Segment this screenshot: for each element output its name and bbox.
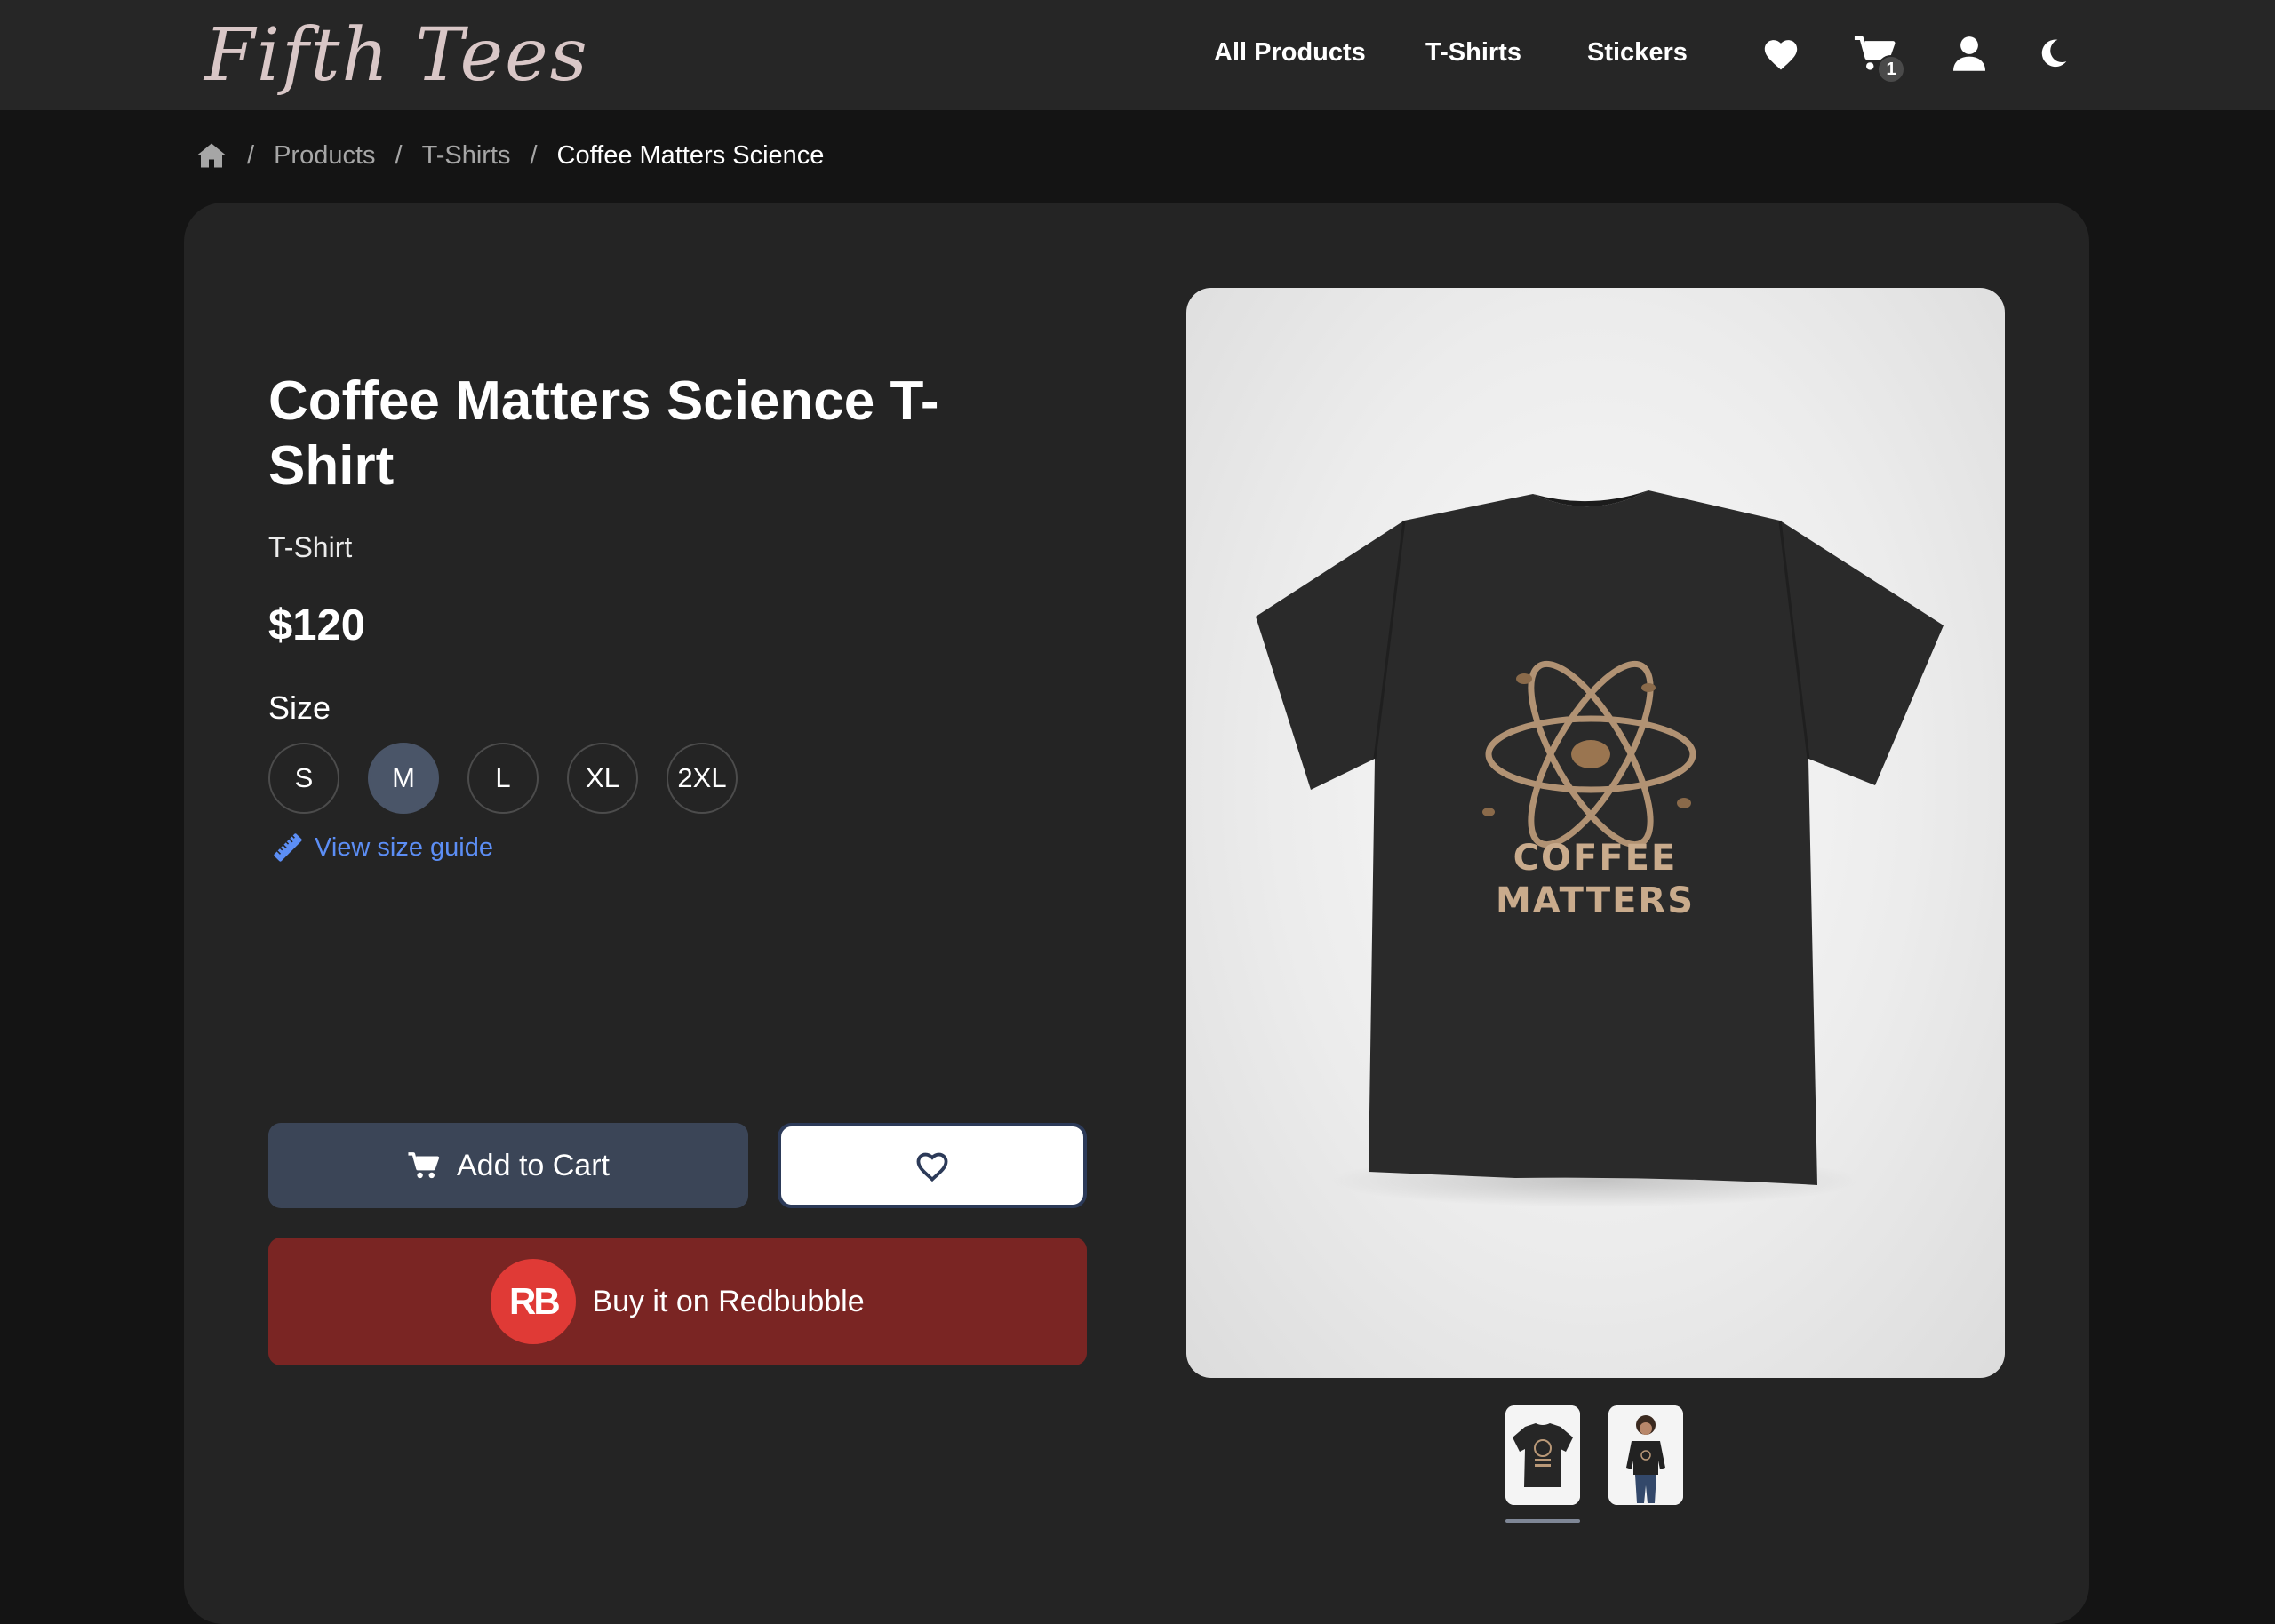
size-option-xl[interactable]: XL (567, 743, 638, 814)
cart-icon (408, 1152, 440, 1179)
size-option-2xl[interactable]: 2XL (667, 743, 738, 814)
size-option-m[interactable]: M (368, 743, 439, 814)
home-icon[interactable] (196, 142, 228, 169)
breadcrumb-separator: / (395, 140, 403, 170)
shirt-print-line-1: COFFEE (1513, 838, 1678, 879)
size-option-s[interactable]: S (268, 743, 339, 814)
user-icon[interactable] (1943, 27, 1996, 80)
size-guide-link[interactable]: View size guide (274, 830, 493, 865)
size-option-l[interactable]: L (467, 743, 539, 814)
product-category: T-Shirt (268, 531, 353, 563)
navbar: Fifth Tees All Products T-Shirts Sticker… (0, 0, 2275, 110)
product-title: Coffee Matters Science T-Shirt (268, 370, 939, 497)
size-label: Size (268, 689, 331, 726)
cart-count-badge: 1 (1877, 55, 1905, 84)
breadcrumb-current: Coffee Matters Science (556, 140, 825, 170)
product-image: COFFEE MATTERS (1186, 288, 2005, 1378)
breadcrumb-separator: / (247, 140, 255, 170)
cart-icon[interactable]: 1 (1848, 27, 1905, 84)
redbubble-logo: RB (491, 1259, 577, 1344)
site-logo[interactable]: Fifth Tees (204, 7, 589, 105)
active-thumbnail-indicator (1505, 1519, 1580, 1523)
add-to-cart-button[interactable]: Add to Cart (268, 1123, 748, 1208)
moon-icon[interactable] (2026, 27, 2079, 80)
breadcrumb: / Products / T-Shirts / Coffee Matters S… (196, 133, 824, 178)
shirt-print-line-2: MATTERS (1496, 880, 1695, 921)
ruler-icon (274, 833, 302, 862)
nav-t-shirts[interactable]: T-Shirts (1425, 34, 1521, 71)
thumbnail-front[interactable] (1505, 1405, 1580, 1505)
size-guide-label: View size guide (315, 832, 493, 862)
heart-outline-icon (916, 1152, 948, 1182)
redbubble-label: Buy it on Redbubble (592, 1284, 865, 1318)
breadcrumb-products[interactable]: Products (274, 141, 375, 171)
size-selector: S M L XL 2XL (268, 743, 738, 814)
breadcrumb-t-shirts[interactable]: T-Shirts (422, 141, 511, 171)
product-price: $120 (268, 601, 366, 649)
wishlist-heart-icon[interactable] (1754, 27, 1808, 80)
thumbnail-model[interactable] (1608, 1405, 1683, 1505)
buy-on-redbubble-button[interactable]: RB Buy it on Redbubble (268, 1238, 1087, 1365)
tshirt-illustration: COFFEE MATTERS (1256, 490, 1944, 1207)
nav-stickers[interactable]: Stickers (1587, 34, 1688, 71)
add-to-cart-label: Add to Cart (457, 1148, 610, 1182)
add-to-wishlist-button[interactable] (778, 1123, 1087, 1208)
breadcrumb-separator: / (530, 140, 538, 170)
nav-all-products[interactable]: All Products (1214, 34, 1366, 71)
